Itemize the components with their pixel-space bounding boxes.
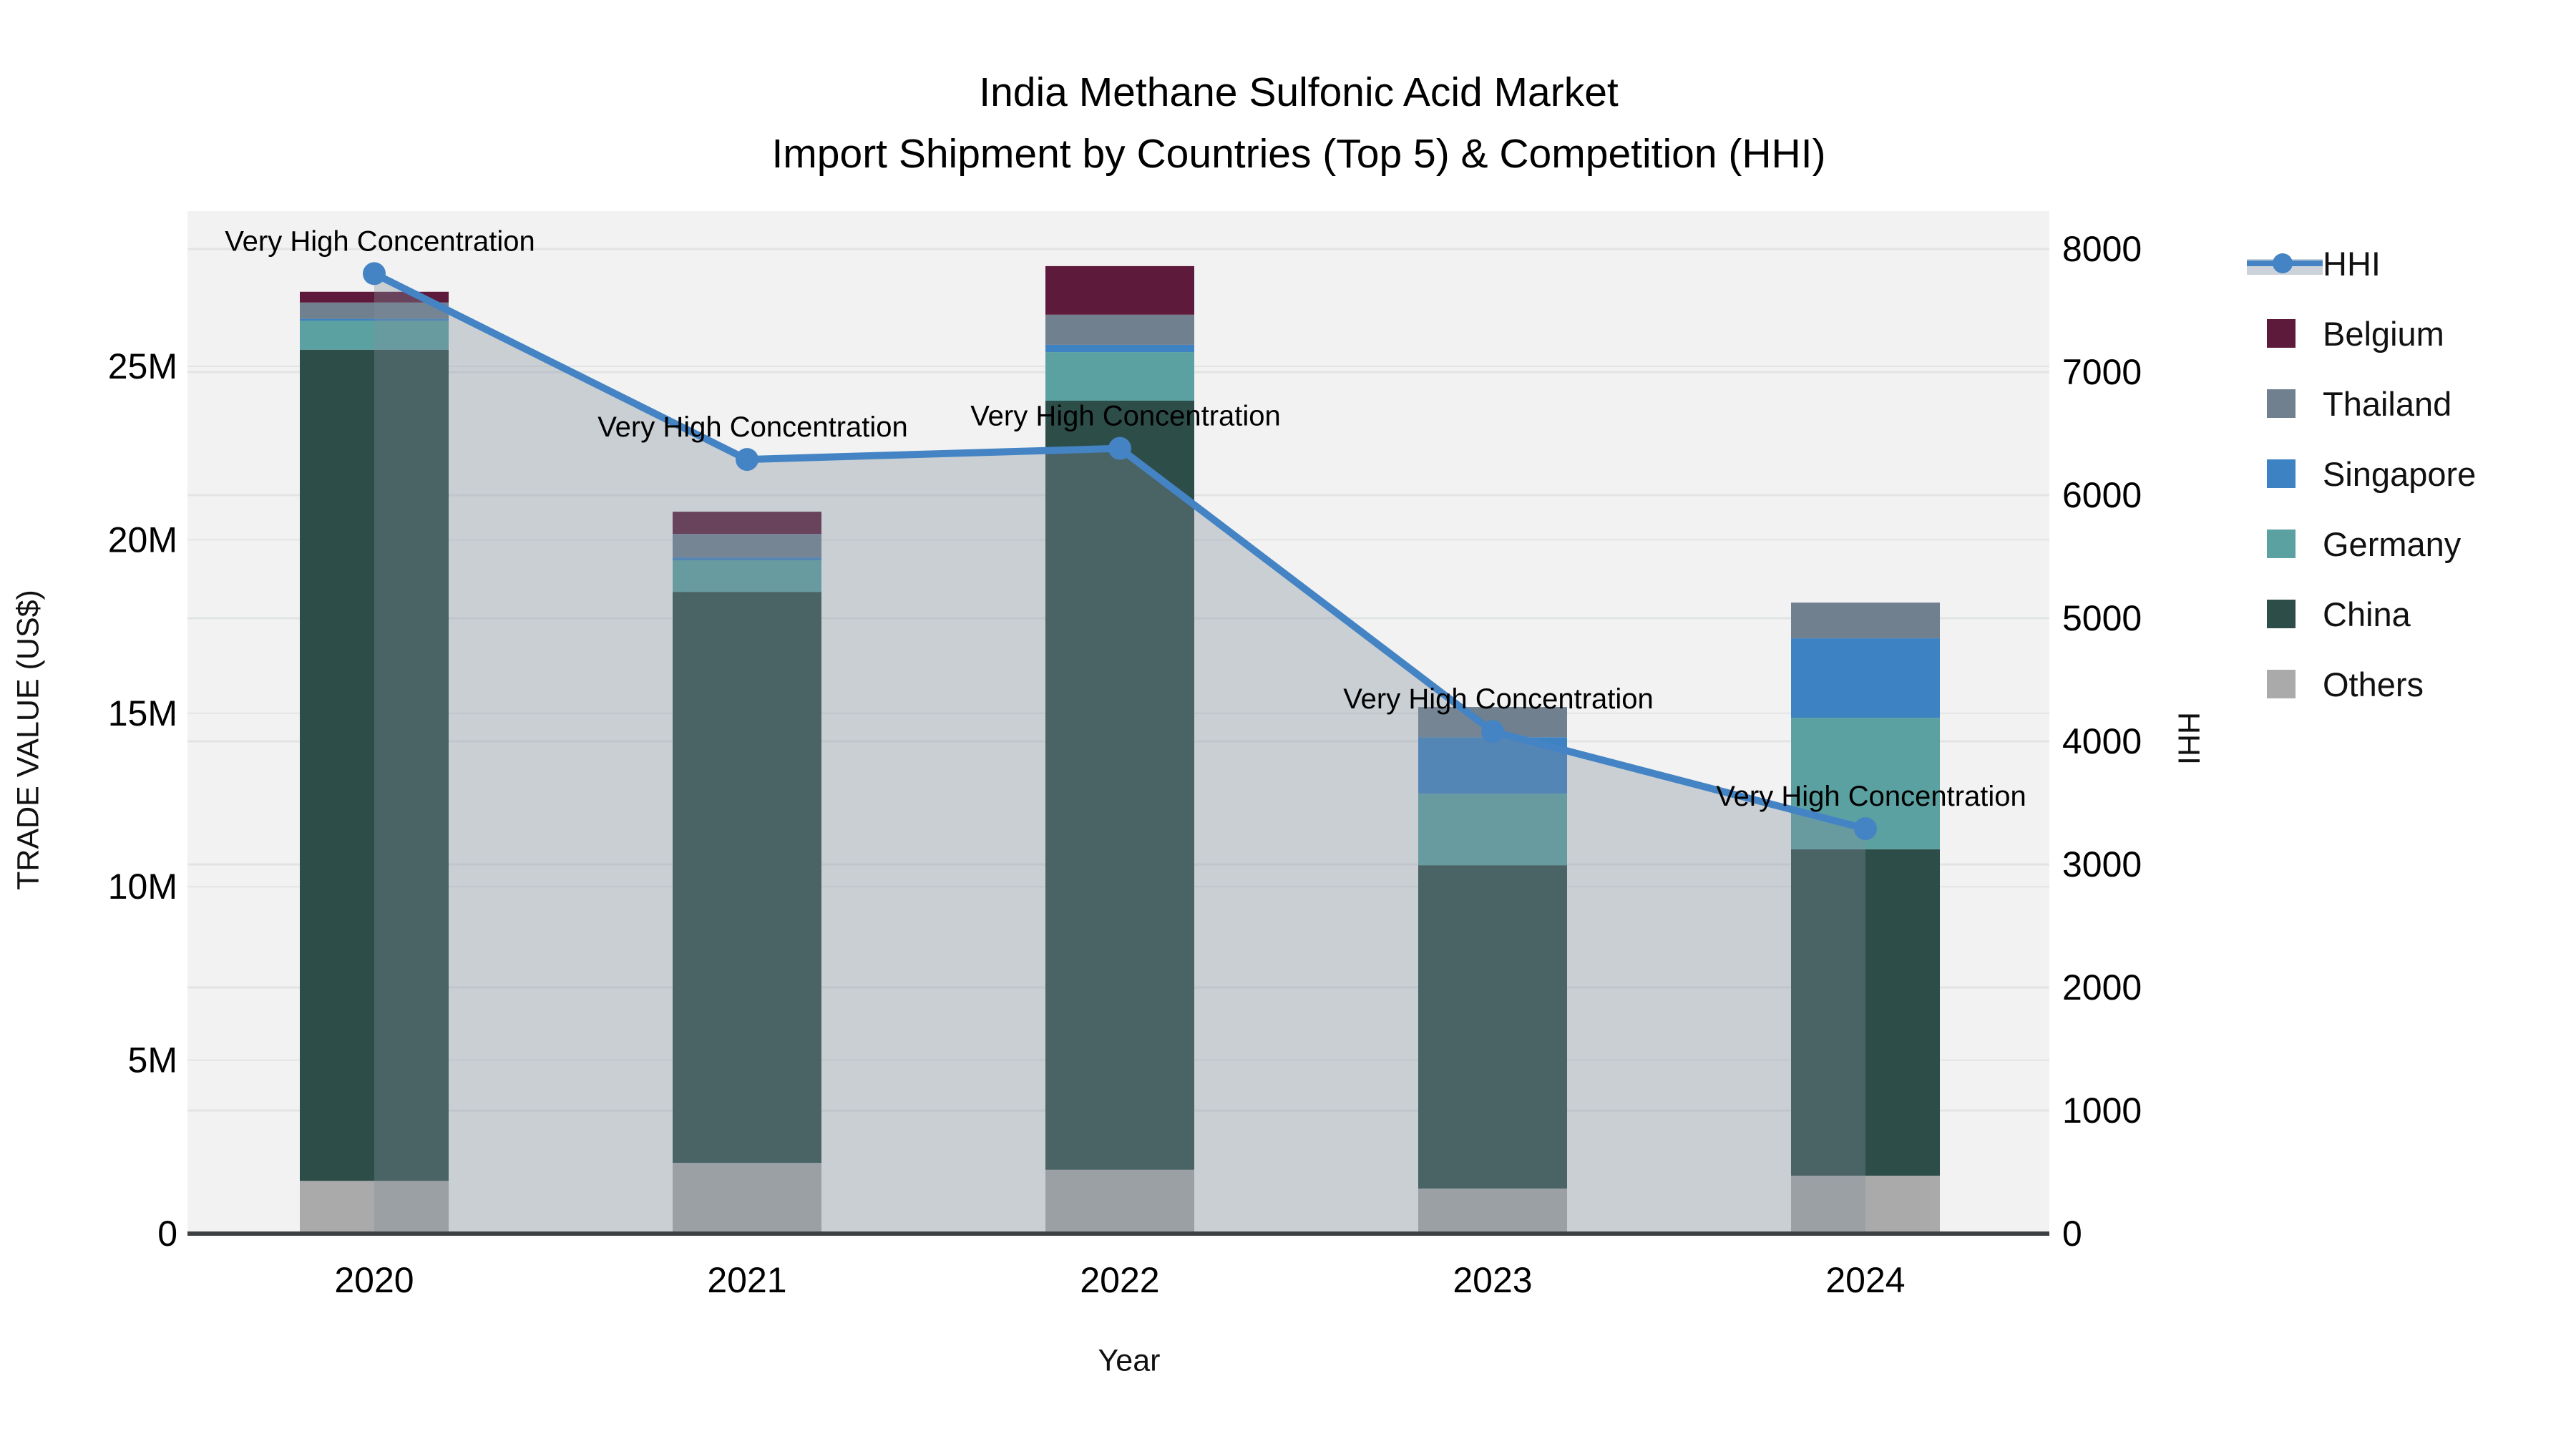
x-tick-2022: 2022 bbox=[1080, 1260, 1159, 1300]
legend-label: Others bbox=[2323, 665, 2424, 703]
annotation-2024: Very High Concentration bbox=[1716, 781, 2026, 812]
bar-segment-belgium-2022[interactable] bbox=[1045, 265, 1194, 315]
legend-label: Germany bbox=[2323, 525, 2462, 563]
color-swatch-icon-others bbox=[2267, 670, 2296, 698]
annotation-2021: Very High Concentration bbox=[597, 411, 908, 443]
x-tick-2021: 2021 bbox=[707, 1260, 786, 1300]
left-tick-25M: 25M bbox=[108, 346, 177, 386]
left-tick-20M: 20M bbox=[108, 519, 177, 560]
legend-label: Thailand bbox=[2323, 384, 2452, 423]
color-swatch-icon-singapore bbox=[2267, 459, 2296, 488]
x-tick-2024: 2024 bbox=[1825, 1260, 1905, 1300]
x-tick-2023: 2023 bbox=[1453, 1260, 1532, 1300]
legend-item-others[interactable]: Others bbox=[2247, 665, 2476, 703]
color-swatch-icon-thailand bbox=[2267, 389, 2296, 418]
annotation-2022: Very High Concentration bbox=[970, 401, 1281, 432]
right-tick-0: 0 bbox=[2062, 1214, 2082, 1254]
chart-canvas: Very High Concentration Very High Concent… bbox=[108, 211, 2142, 1300]
legend-item-china[interactable]: China bbox=[2247, 595, 2476, 633]
hhi-line-swatch-icon bbox=[2247, 253, 2323, 275]
hhi-marker-2022[interactable] bbox=[1108, 436, 1131, 460]
annotation-2023: Very High Concentration bbox=[1343, 683, 1654, 715]
color-swatch-icon-belgium bbox=[2267, 319, 2296, 348]
legend-item-germany[interactable]: Germany bbox=[2247, 525, 2476, 563]
hhi-marker-2020[interactable] bbox=[363, 262, 386, 286]
right-tick-8000: 8000 bbox=[2062, 229, 2142, 269]
right-tick-1000: 1000 bbox=[2062, 1091, 2142, 1131]
hhi-marker-2023[interactable] bbox=[1481, 720, 1504, 743]
legend-item-thailand[interactable]: Thailand bbox=[2247, 385, 2476, 423]
right-tick-7000: 7000 bbox=[2062, 352, 2142, 392]
hhi-marker-2021[interactable] bbox=[736, 448, 758, 472]
legend-item-singapore[interactable]: Singapore bbox=[2247, 455, 2476, 493]
left-tick-10M: 10M bbox=[108, 867, 177, 907]
legend-label: Singapore bbox=[2323, 454, 2477, 493]
legend-label: Belgium bbox=[2323, 314, 2444, 353]
legend-item-hhi[interactable]: HHI bbox=[2247, 245, 2476, 283]
x-axis-line bbox=[187, 1231, 2049, 1236]
bar-segment-germany-2022[interactable] bbox=[1045, 352, 1194, 401]
legend: HHI Belgium Thailand Singapore Germany China O… bbox=[2247, 245, 2476, 738]
color-swatch-icon-germany bbox=[2267, 530, 2296, 558]
right-tick-5000: 5000 bbox=[2062, 598, 2142, 638]
left-tick-5M: 5M bbox=[128, 1040, 177, 1080]
legend-label: China bbox=[2323, 595, 2411, 633]
right-tick-4000: 4000 bbox=[2062, 721, 2142, 761]
x-tick-2020: 2020 bbox=[334, 1260, 414, 1300]
legend-label: HHI bbox=[2323, 244, 2381, 283]
right-tick-3000: 3000 bbox=[2062, 844, 2142, 884]
right-tick-2000: 2000 bbox=[2062, 967, 2142, 1008]
legend-item-belgium[interactable]: Belgium bbox=[2247, 315, 2476, 353]
annotation-2020: Very High Concentration bbox=[225, 225, 535, 257]
bar-segment-thailand-2024[interactable] bbox=[1791, 602, 1940, 639]
right-tick-6000: 6000 bbox=[2062, 475, 2142, 515]
hhi-marker-2024[interactable] bbox=[1854, 817, 1877, 841]
bar-segment-thailand-2022[interactable] bbox=[1045, 314, 1194, 345]
color-swatch-icon-china bbox=[2267, 600, 2296, 628]
bar-segment-singapore-2022[interactable] bbox=[1045, 344, 1194, 353]
left-tick-0: 0 bbox=[157, 1214, 177, 1254]
left-tick-15M: 15M bbox=[108, 693, 177, 733]
bar-segment-singapore-2024[interactable] bbox=[1791, 638, 1940, 718]
